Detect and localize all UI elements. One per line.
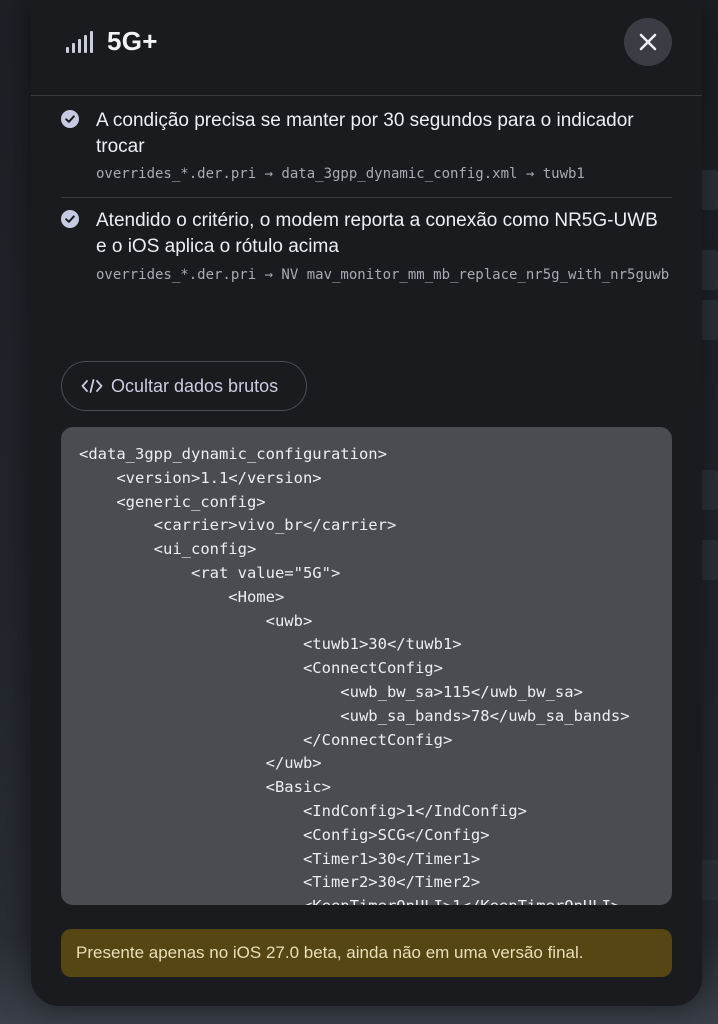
modal-header: 5G+ — [31, 0, 702, 96]
check-circle-icon — [61, 210, 79, 228]
backdrop-element — [700, 170, 718, 210]
backdrop-element — [700, 470, 718, 510]
backdrop-element — [700, 300, 718, 340]
backdrop-element — [700, 540, 718, 580]
toggle-raw-data-button[interactable]: Ocultar dados brutos — [61, 361, 307, 411]
raw-data-text: <data_3gpp_dynamic_configuration> <versi… — [79, 445, 630, 905]
beta-notice: Presente apenas no iOS 27.0 beta, ainda … — [61, 929, 672, 977]
toggle-raw-data-label: Ocultar dados brutos — [111, 375, 279, 396]
step-item: A condição precisa se manter por 30 segu… — [61, 108, 672, 198]
raw-data-code-block[interactable]: <data_3gpp_dynamic_configuration> <versi… — [61, 427, 672, 905]
step-description: Atendido o critério, o modem reporta a c… — [96, 210, 658, 257]
step-source-path: overrides_*.der.pri → NV mav_monitor_mm_… — [96, 267, 670, 283]
close-icon — [639, 33, 657, 51]
close-button[interactable] — [624, 18, 672, 66]
step-item: Atendido o critério, o modem reporta a c… — [61, 208, 672, 318]
backdrop-element — [700, 860, 718, 900]
signal-bars-icon — [66, 31, 93, 53]
step-source-path: overrides_*.der.pri → data_3gpp_dynamic_… — [96, 166, 585, 182]
detail-modal: 5G+ A condição precisa se manter por 30 … — [31, 0, 702, 1006]
beta-notice-text: Presente apenas no iOS 27.0 beta, ainda … — [76, 943, 584, 962]
step-description: A condição precisa se manter por 30 segu… — [96, 110, 634, 157]
code-icon — [81, 379, 103, 393]
backdrop-element — [700, 250, 718, 290]
modal-title: 5G+ — [107, 26, 158, 56]
check-circle-icon — [61, 110, 79, 128]
